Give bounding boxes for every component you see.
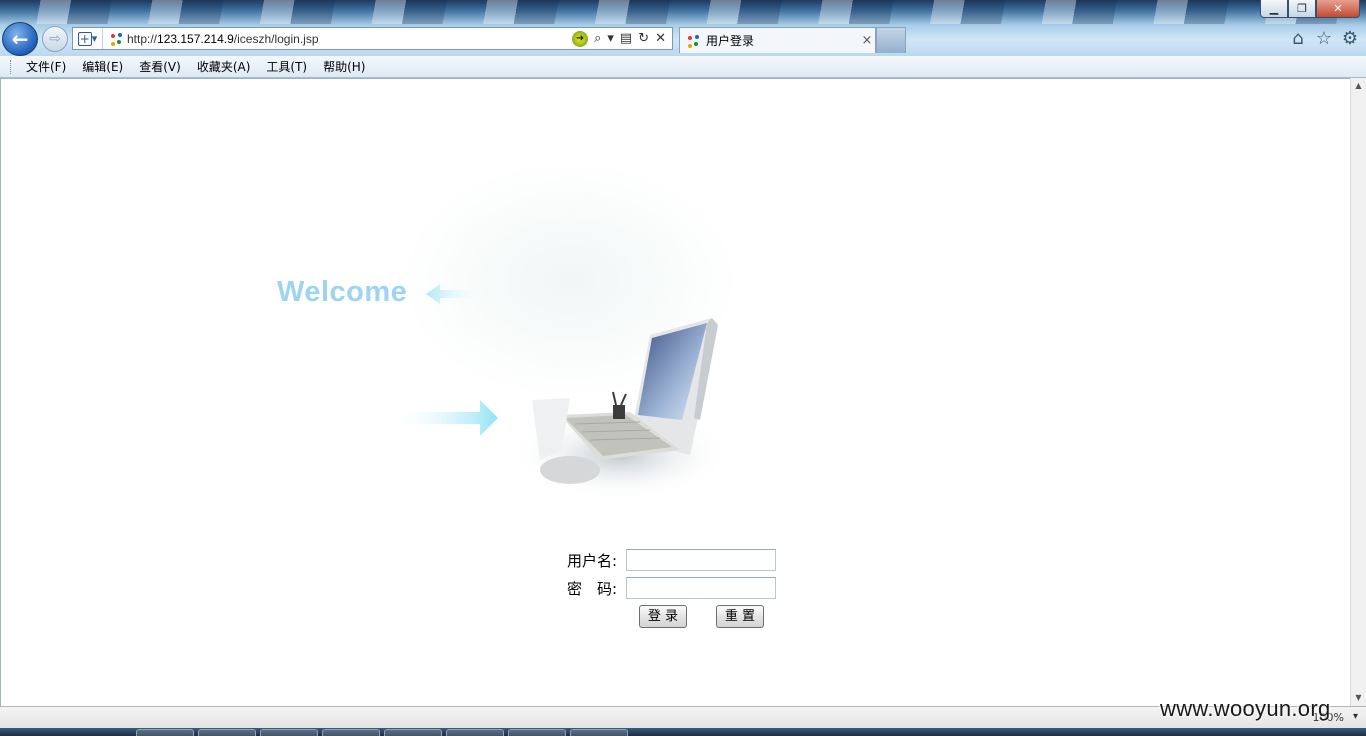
compatibility-mode-button[interactable]: + ▾ xyxy=(73,28,103,49)
browser-right-icons: ⌂ ☆ ⚙ xyxy=(1288,28,1360,49)
watermark-text: www.wooyun.org xyxy=(1160,696,1331,721)
menu-bar: 文件(F) 编辑(E) 查看(V) 收藏夹(A) 工具(T) 帮助(H) xyxy=(0,56,1366,78)
stop-icon[interactable]: ✕ xyxy=(655,31,666,46)
url-host: 123.157.214.9 xyxy=(157,31,234,46)
maximize-button[interactable]: ❐ xyxy=(1288,0,1316,18)
home-icon[interactable]: ⌂ xyxy=(1288,28,1308,49)
password-input[interactable] xyxy=(626,577,776,599)
menu-help[interactable]: 帮助(H) xyxy=(315,58,373,75)
minimize-button[interactable]: ▁ xyxy=(1260,0,1288,18)
menu-favorites[interactable]: 收藏夹(A) xyxy=(189,58,259,75)
refresh-icon[interactable]: ↻ xyxy=(638,31,649,46)
compat-icon: + xyxy=(77,31,92,46)
back-button[interactable]: ← xyxy=(2,22,38,56)
menu-grip xyxy=(10,59,12,74)
menu-tools[interactable]: 工具(T) xyxy=(258,58,315,75)
taskbar-button[interactable] xyxy=(508,729,566,736)
menu-edit[interactable]: 编辑(E) xyxy=(74,58,131,75)
password-row: 密 码: xyxy=(560,577,776,599)
browser-title-bar: ▁ ❐ ✕ ← ⇨ + ▾ http://123.157.214.9/icesz… xyxy=(0,0,1366,56)
scroll-down-icon[interactable]: ▼ xyxy=(1351,690,1366,706)
login-button[interactable]: 登 录 xyxy=(639,605,687,628)
taskbar-button[interactable] xyxy=(322,729,380,736)
computer-illustration xyxy=(390,160,740,500)
taskbar-button[interactable] xyxy=(446,729,504,736)
zoom-dropdown-icon[interactable]: ▾ xyxy=(1353,711,1358,722)
username-input[interactable] xyxy=(626,549,776,571)
site-favicon-icon xyxy=(109,32,123,46)
compat-view-icon[interactable]: ▤ xyxy=(620,31,632,46)
url-path: /iceszh/login.jsp xyxy=(233,31,319,46)
close-window-button[interactable]: ✕ xyxy=(1316,0,1360,18)
tab-favicon-icon xyxy=(686,34,700,48)
address-bar[interactable]: + ▾ http://123.157.214.9/iceszh/login.js… xyxy=(72,27,673,50)
url-text[interactable]: http://123.157.214.9/iceszh/login.jsp xyxy=(127,32,572,46)
taskbar-button[interactable] xyxy=(570,729,628,736)
new-tab-button[interactable] xyxy=(876,27,906,53)
username-row: 用户名: xyxy=(560,549,776,571)
go-icon[interactable]: ➜ xyxy=(572,30,589,47)
welcome-banner-image: Welcome xyxy=(270,160,740,510)
taskbar-button[interactable] xyxy=(198,729,256,736)
window-controls: ▁ ❐ ✕ xyxy=(1260,0,1360,18)
address-tools: ➜ ⌕ ▾ ▤ ↻ ✕ xyxy=(572,30,672,47)
menu-file[interactable]: 文件(F) xyxy=(18,58,74,75)
username-label: 用户名: xyxy=(567,551,618,570)
welcome-text: Welcome xyxy=(277,276,408,308)
taskbar-button[interactable] xyxy=(136,729,194,736)
favorites-star-icon[interactable]: ☆ xyxy=(1314,28,1334,49)
scroll-up-icon[interactable]: ▲ xyxy=(1351,78,1366,94)
vertical-scrollbar[interactable]: ▲ ▼ xyxy=(1350,78,1366,706)
menu-view[interactable]: 查看(V) xyxy=(131,58,189,75)
compat-dropdown-icon: ▾ xyxy=(91,32,98,45)
forward-button[interactable]: ⇨ xyxy=(42,26,68,52)
tab-title: 用户登录 xyxy=(706,34,755,48)
search-dropdown-icon[interactable]: ▾ xyxy=(607,31,614,46)
taskbar-button[interactable] xyxy=(384,729,442,736)
search-icon[interactable]: ⌕ xyxy=(594,31,601,46)
tab-login[interactable]: 用户登录 × xyxy=(679,27,876,53)
password-label: 密 码: xyxy=(567,579,618,598)
tools-gear-icon[interactable]: ⚙ xyxy=(1340,28,1360,49)
tab-close-icon[interactable]: × xyxy=(859,33,875,48)
reset-button[interactable]: 重 置 xyxy=(716,605,764,628)
windows-taskbar xyxy=(0,728,1366,736)
url-prefix: http:// xyxy=(127,31,158,46)
taskbar-button[interactable] xyxy=(260,729,318,736)
